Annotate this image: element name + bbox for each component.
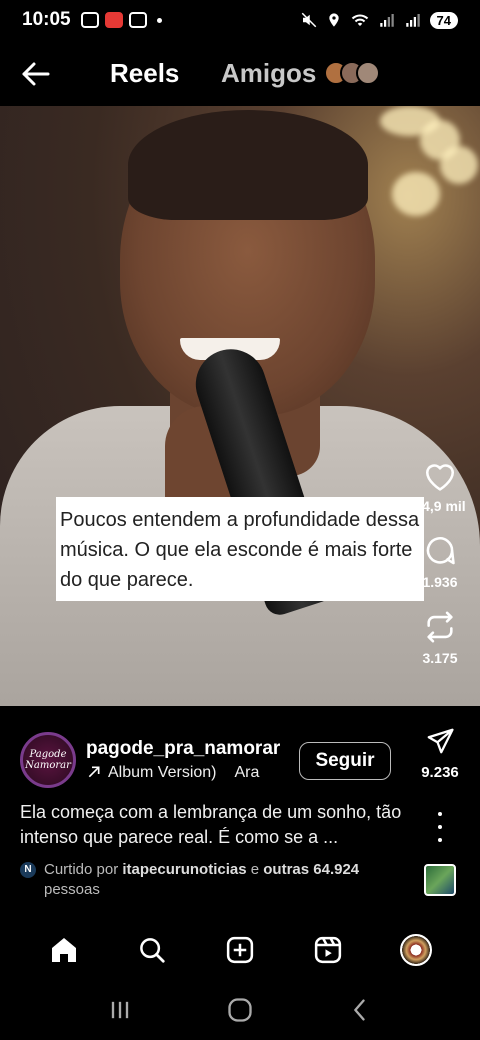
avatar-logo-text: Namorar bbox=[25, 760, 71, 771]
status-time: 10:05 bbox=[22, 9, 71, 30]
nav-profile[interactable] bbox=[392, 926, 440, 974]
bokeh-light bbox=[392, 172, 440, 216]
liker-username[interactable]: itapecurunoticias bbox=[122, 861, 246, 878]
top-nav: Reels Amigos bbox=[0, 44, 480, 104]
video-caption: Poucos entendem a profundidade dessa mús… bbox=[56, 497, 424, 601]
signal-icon bbox=[379, 14, 394, 27]
profile-avatar bbox=[400, 934, 432, 966]
post-description[interactable]: Ela começa com a lembrança de um sonho, … bbox=[20, 800, 410, 850]
home-icon bbox=[52, 938, 76, 962]
trending-arrow-icon bbox=[88, 766, 100, 778]
app-notification-icon bbox=[104, 12, 123, 28]
status-right-icons: 74 bbox=[300, 11, 458, 29]
comment-icon[interactable] bbox=[423, 534, 457, 568]
screenshot-icon bbox=[128, 12, 147, 28]
tab-amigos[interactable]: Amigos bbox=[221, 58, 316, 89]
liked-by[interactable]: N Curtido por itapecurunoticias e outras… bbox=[20, 860, 410, 900]
system-nav bbox=[0, 980, 480, 1040]
nav-home[interactable] bbox=[40, 926, 88, 974]
back-button-icon[interactable] bbox=[346, 996, 374, 1024]
add-post-icon bbox=[226, 936, 254, 964]
search-icon bbox=[140, 938, 165, 963]
more-notifications-dot-icon bbox=[156, 17, 162, 23]
back-arrow-icon[interactable] bbox=[18, 56, 54, 92]
bottom-nav bbox=[0, 920, 480, 980]
account-avatar[interactable]: Pagode Namorar bbox=[20, 732, 76, 788]
liker-avatar-icon: N bbox=[20, 862, 36, 878]
nav-search[interactable] bbox=[128, 926, 176, 974]
repost-icon[interactable] bbox=[423, 610, 457, 644]
reels-icon bbox=[314, 936, 342, 964]
send-icon[interactable] bbox=[424, 726, 456, 756]
reel-actions: 64,9 mil 1.936 3.175 bbox=[400, 460, 480, 686]
audio-info[interactable]: Album Version) Ara bbox=[86, 764, 259, 782]
like-count: 64,9 mil bbox=[414, 498, 466, 514]
share-action: 9.236 bbox=[412, 726, 468, 781]
bokeh-light bbox=[440, 146, 478, 184]
more-options-icon[interactable] bbox=[428, 812, 452, 842]
liker-others[interactable]: outras 64.924 bbox=[263, 861, 359, 878]
heart-icon[interactable] bbox=[423, 460, 457, 492]
nav-reels[interactable] bbox=[304, 926, 352, 974]
post-info: Pagode Namorar pagode_pra_namorar Album … bbox=[0, 706, 480, 920]
audio-thumbnail[interactable] bbox=[424, 864, 456, 896]
audio-artist: Ara bbox=[234, 764, 260, 781]
friend-avatar bbox=[356, 61, 380, 85]
avatar-logo-text: Pagode bbox=[29, 749, 67, 760]
signal-icon bbox=[405, 14, 420, 27]
battery-indicator: 74 bbox=[429, 11, 458, 29]
comment-count: 1.936 bbox=[422, 574, 458, 590]
repost-count: 3.175 bbox=[422, 650, 458, 666]
scan-icon bbox=[80, 12, 99, 28]
status-left-icons bbox=[80, 12, 162, 28]
tab-reels[interactable]: Reels bbox=[110, 58, 179, 89]
username[interactable]: pagode_pra_namorar bbox=[86, 738, 280, 760]
liked-text: Curtido por itapecurunoticias e outras 6… bbox=[44, 861, 360, 898]
recent-apps-icon[interactable] bbox=[106, 996, 134, 1024]
location-icon bbox=[328, 13, 339, 27]
share-count: 9.236 bbox=[421, 764, 459, 781]
like-action: 64,9 mil bbox=[414, 460, 466, 514]
comment-action: 1.936 bbox=[422, 534, 458, 590]
status-bar: 10:05 74 bbox=[0, 0, 480, 40]
audio-title: Album Version) bbox=[108, 764, 217, 781]
nav-create[interactable] bbox=[216, 926, 264, 974]
person-hair bbox=[128, 110, 368, 220]
home-button-icon[interactable] bbox=[226, 996, 254, 1024]
mute-icon bbox=[301, 12, 316, 28]
follow-button[interactable]: Seguir bbox=[299, 742, 391, 780]
friend-avatars[interactable] bbox=[324, 61, 380, 85]
wifi-icon bbox=[351, 14, 368, 26]
repost-action: 3.175 bbox=[422, 610, 458, 666]
